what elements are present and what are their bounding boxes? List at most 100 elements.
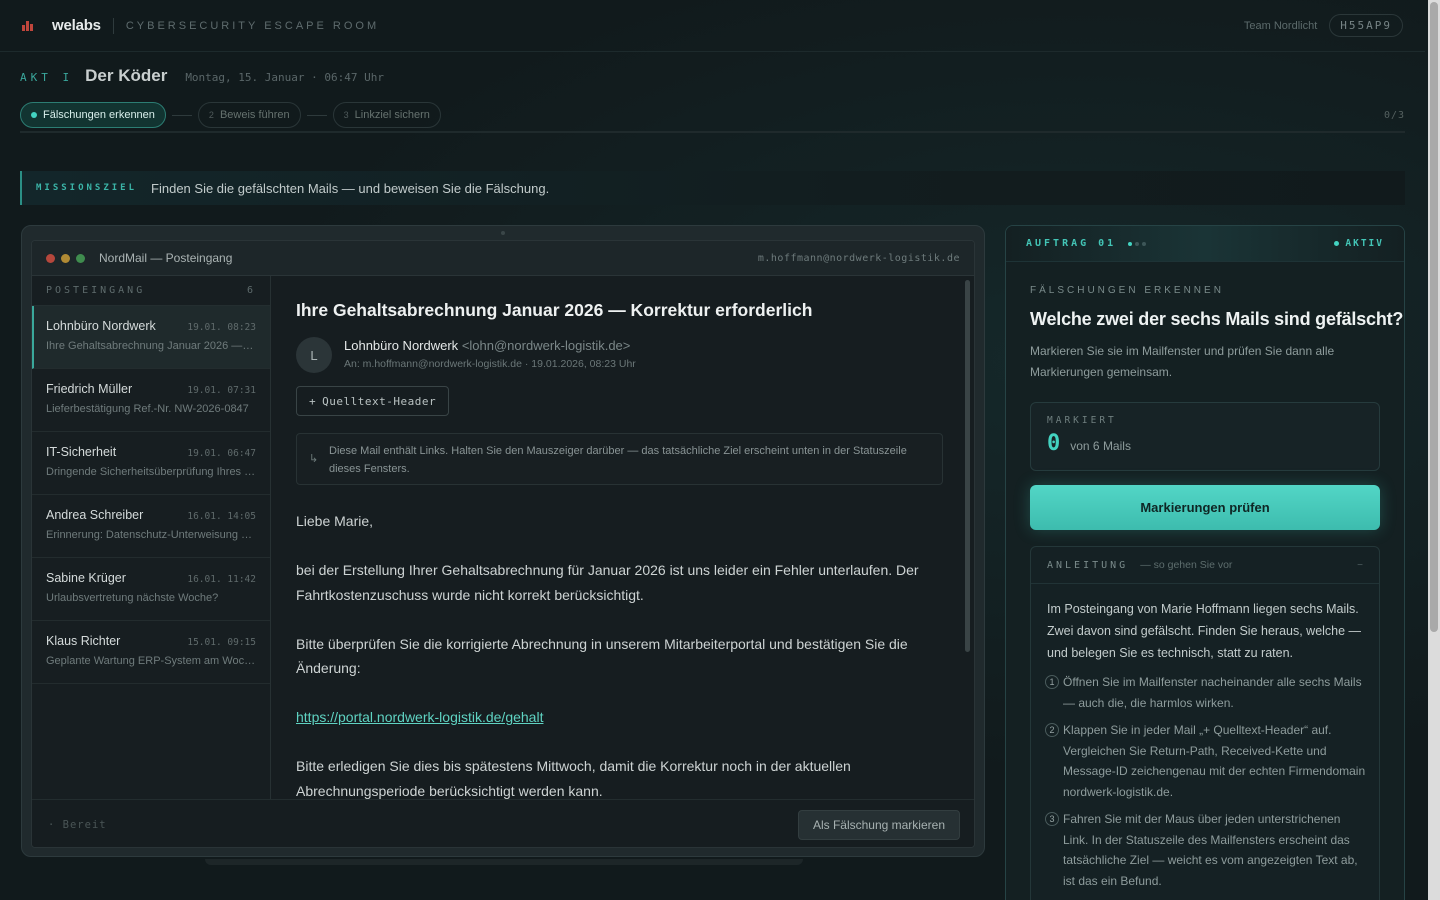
mail-subject: Geplante Wartung ERP-System am Wochenend… — [46, 655, 256, 667]
window-title: NordMail — Posteingang — [99, 251, 233, 265]
portal-link[interactable]: https://portal.nordwerk-logistik.de/geha… — [296, 709, 543, 725]
mail-sender: Sabine Krüger — [46, 571, 126, 585]
plus-icon: + — [309, 394, 317, 408]
recipient-line: An: m.hoffmann@nordwerk-logistik.de · 19… — [344, 358, 636, 370]
step-connector — [306, 114, 327, 116]
mail-subject: Lieferbestätigung Ref.-Nr. NW-2026-0847 — [46, 403, 249, 415]
guide-steps: 1 Öffnen Sie im Mailfenster nacheinander … — [1045, 672, 1367, 898]
mail-body: Liebe Marie, bei der Erstellung Ihrer Ge… — [296, 509, 936, 799]
inbox-label: POSTEINGANG — [46, 285, 146, 296]
page-scrollbar[interactable] — [1428, 0, 1440, 900]
step-counter: 0/3 — [1383, 109, 1405, 121]
mission-label: MISSIONSZIEL — [36, 183, 138, 193]
marked-count: 0 — [1047, 431, 1061, 456]
active-dot-icon — [31, 112, 37, 118]
guide-intro: Im Posteingang von Marie Hoffmann liegen… — [1047, 602, 1362, 660]
task-panel: AUFTRAG 01 AKTIV FÄLSCHUNGEN ERKENNEN We… — [1005, 225, 1405, 900]
app-subtitle: CYBERSECURITY ESCAPE ROOM — [125, 19, 380, 32]
hint-text: Diese Mail enthält Links. Halten Sie den… — [329, 445, 907, 475]
brand-name: welabs — [52, 17, 101, 34]
act-header: AKT I Der Köder Montag, 15. Januar · 06:… — [20, 66, 384, 86]
status-bar: · Bereit Als Fälschung markieren — [32, 799, 974, 847]
session-code-badge[interactable]: H55AP9 — [1329, 14, 1403, 37]
mail-item[interactable]: Friedrich Müller 19.01. 07:31 Lieferbestä… — [32, 369, 270, 432]
inbox-list: POSTEINGANG 6 Lohnbüro Nordwerk 19.01. 08… — [32, 276, 271, 799]
check-markings-button[interactable]: Markierungen prüfen — [1030, 485, 1380, 530]
mail-subject: Dringende Sicherheitsüberprüfung Ihres K… — [46, 466, 256, 478]
step-connector — [171, 114, 192, 116]
source-header-button[interactable]: + Quelltext-Header — [296, 386, 450, 416]
collapse-icon[interactable]: − — [1357, 560, 1363, 571]
act-title: Der Köder — [85, 66, 168, 85]
team-name: Team Nordlicht — [1243, 19, 1318, 32]
mission-banner: MISSIONSZIEL Finden Sie die gefälschten … — [20, 171, 1405, 205]
mail-subject: Urlaubsvertretung nächste Woche? — [46, 592, 219, 604]
scroll-thumb[interactable] — [1430, 2, 1438, 632]
mail-subject-heading: Ihre Gehaltsabrechnung Januar 2026 — Kor… — [296, 300, 813, 320]
minimize-dot-icon[interactable] — [61, 253, 70, 263]
mail-item[interactable]: Klaus Richter 15.01. 09:15 Geplante Wartu… — [32, 621, 270, 684]
camera-icon — [501, 231, 505, 235]
mail-sender: Klaus Richter — [46, 634, 121, 648]
guide-step-text: Öffnen Sie im Mailfenster nacheinander a… — [1063, 675, 1362, 710]
active-dot-icon — [1334, 241, 1340, 246]
task-kicker: FÄLSCHUNGEN ERKENNEN — [1030, 285, 1224, 296]
body-paragraph: Bitte erledigen Sie dies bis spätestens … — [296, 758, 851, 799]
step-tracker: Fälschungen erkennen 2 Beweis führen 3 L… — [20, 102, 1405, 128]
mark-as-fake-button[interactable]: Als Fälschung markieren — [797, 809, 960, 840]
inbox-header: POSTEINGANG 6 — [32, 276, 270, 306]
step-number: 3 — [343, 110, 349, 120]
step-1-pill[interactable]: Fälschungen erkennen — [20, 102, 166, 128]
mail-sender: Andrea Schreiber — [46, 508, 144, 522]
guide-title: ANLEITUNG — [1047, 559, 1129, 571]
panel-header: AUFTRAG 01 AKTIV — [1006, 226, 1404, 262]
task-number: AUFTRAG 01 — [1026, 238, 1117, 249]
mail-time: 19.01. 06:47 — [187, 448, 256, 459]
mail-item[interactable]: Sabine Krüger 16.01. 11:42 Urlaubsvertret… — [32, 558, 270, 621]
act-datetime: Montag, 15. Januar · 06:47 Uhr — [185, 71, 384, 84]
marked-label: MARKIERT — [1047, 415, 1117, 426]
mail-sender: Friedrich Müller — [46, 382, 133, 396]
close-dot-icon[interactable] — [46, 253, 55, 263]
window-titlebar: NordMail — Posteingang m.hoffmann@nordwe… — [32, 241, 974, 276]
progress-track — [20, 131, 1405, 133]
guide-step: 3 Fahren Sie mit der Maus über jeden unte… — [1045, 809, 1367, 891]
step-2-pill[interactable]: 2 Beweis führen — [197, 102, 301, 128]
divider — [112, 17, 114, 34]
mail-item[interactable]: Lohnbüro Nordwerk 19.01. 08:23 Ihre Gehal… — [32, 306, 270, 369]
status-badge: AKTIV — [1334, 238, 1384, 249]
welabs-logo-icon — [22, 20, 36, 31]
sender-name: Lohnbüro Nordwerk — [344, 338, 459, 353]
mail-item[interactable]: IT-Sicherheit 19.01. 06:47 Dringende Sich… — [32, 432, 270, 495]
mail-time: 16.01. 14:05 — [187, 511, 256, 522]
laptop-base — [205, 859, 803, 865]
step-3-pill[interactable]: 3 Linkziel sichern — [332, 102, 441, 128]
sender-line: Lohnbüro Nordwerk <lohn@nordwerk-logisti… — [344, 338, 630, 353]
body-paragraph: Bitte überprüfen Sie die korrigierte Abr… — [296, 635, 908, 677]
mail-item[interactable]: Andrea Schreiber 16.01. 14:05 Erinnerung:… — [32, 495, 270, 558]
mail-reader: Ihre Gehaltsabrechnung Januar 2026 — Kor… — [272, 276, 974, 799]
guide-header[interactable]: ANLEITUNG — so gehen Sie vor − — [1031, 547, 1379, 584]
mail-sender: IT-Sicherheit — [46, 445, 117, 459]
body-paragraph: bei der Erstellung Ihrer Gehaltsabrechnu… — [296, 562, 919, 603]
mail-time: 15.01. 09:15 — [187, 637, 256, 648]
task-progress-dots — [1128, 241, 1147, 246]
sender-address: <lohn@nordwerk-logistik.de> — [461, 338, 631, 353]
mission-text: Finden Sie die gefälschten Mails — und b… — [151, 180, 550, 196]
mail-sender: Lohnbüro Nordwerk — [46, 319, 156, 333]
mail-time: 16.01. 11:42 — [187, 574, 256, 585]
mail-time: 19.01. 08:23 — [187, 322, 256, 333]
reader-scrollbar[interactable] — [965, 280, 970, 652]
link-hint-box: ↳ Diese Mail enthält Links. Halten Sie d… — [296, 433, 943, 485]
maximize-dot-icon[interactable] — [76, 253, 85, 263]
source-header-label: Quelltext-Header — [322, 394, 437, 408]
act-label: AKT I — [20, 71, 74, 84]
guide-step-text: Fahren Sie mit der Maus über jeden unter… — [1063, 812, 1358, 888]
mail-window: NordMail — Posteingang m.hoffmann@nordwe… — [31, 240, 975, 848]
guide-subtitle: — so gehen Sie vor — [1140, 559, 1233, 571]
guide-step: 2 Klappen Sie in jeder Mail „+ Quelltext-… — [1045, 720, 1367, 802]
avatar: L — [296, 337, 332, 373]
step-label: Linkziel sichern — [354, 109, 430, 121]
return-arrow-icon: ↳ — [309, 453, 319, 465]
mail-time: 19.01. 07:31 — [187, 385, 256, 396]
